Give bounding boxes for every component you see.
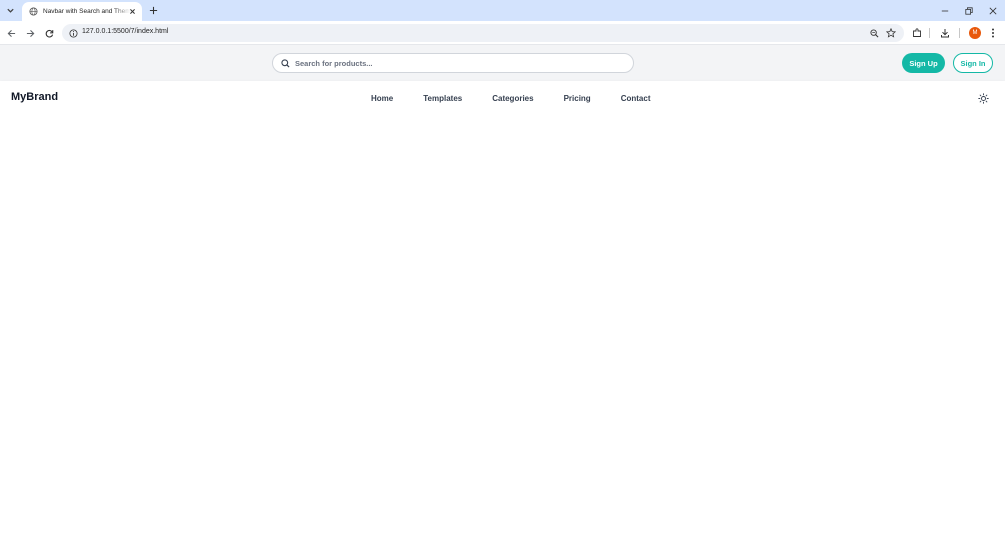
browser-tabstrip: Navbar with Search and Theme (0, 0, 1005, 21)
sun-icon[interactable] (976, 91, 990, 105)
site-info-icon[interactable] (67, 27, 79, 39)
browser-toolbar: 127.0.0.1:5500/7/index.html M (0, 21, 1005, 45)
top-search-bar: Sign Up Sign In (0, 45, 1005, 81)
star-icon[interactable] (885, 27, 897, 39)
toolbar-divider (959, 28, 960, 38)
close-window-icon[interactable] (981, 0, 1005, 21)
profile-avatar[interactable]: M (969, 27, 981, 39)
tab-title: Navbar with Search and Theme (43, 8, 131, 15)
extensions-icon[interactable] (909, 25, 925, 41)
tab-search-icon[interactable] (3, 3, 18, 18)
search-input[interactable] (295, 56, 625, 70)
back-icon[interactable] (3, 25, 19, 41)
nav-link-contact[interactable]: Contact (621, 94, 651, 103)
window-controls (933, 0, 1005, 21)
plus-icon[interactable] (146, 3, 160, 17)
nav-link-pricing[interactable]: Pricing (564, 94, 591, 103)
sign-in-button[interactable]: Sign In (953, 53, 993, 73)
address-bar[interactable]: 127.0.0.1:5500/7/index.html (62, 24, 904, 42)
nav-link-categories[interactable]: Categories (492, 94, 533, 103)
zoom-icon[interactable] (868, 27, 880, 39)
kebab-menu-icon[interactable] (985, 25, 1001, 41)
reload-icon[interactable] (41, 25, 57, 41)
nav-link-templates[interactable]: Templates (423, 94, 462, 103)
nav-links: Home Templates Categories Pricing Contac… (371, 81, 680, 115)
globe-icon (28, 7, 38, 17)
forward-icon[interactable] (22, 25, 38, 41)
nav-link-home[interactable]: Home (371, 94, 393, 103)
minimize-icon[interactable] (933, 0, 957, 21)
url-text: 127.0.0.1:5500/7/index.html (82, 28, 169, 35)
brand-logo[interactable]: MyBrand (11, 91, 58, 103)
close-icon[interactable] (127, 6, 137, 16)
restore-icon[interactable] (957, 0, 981, 21)
download-icon[interactable] (937, 25, 953, 41)
sign-up-button[interactable]: Sign Up (902, 53, 945, 73)
search-box[interactable] (272, 53, 634, 73)
search-icon (280, 58, 291, 69)
page-content (0, 115, 1005, 540)
main-navbar: MyBrand Home Templates Categories Pricin… (0, 81, 1005, 115)
browser-tab[interactable]: Navbar with Search and Theme (22, 2, 142, 21)
toolbar-divider (929, 28, 930, 38)
